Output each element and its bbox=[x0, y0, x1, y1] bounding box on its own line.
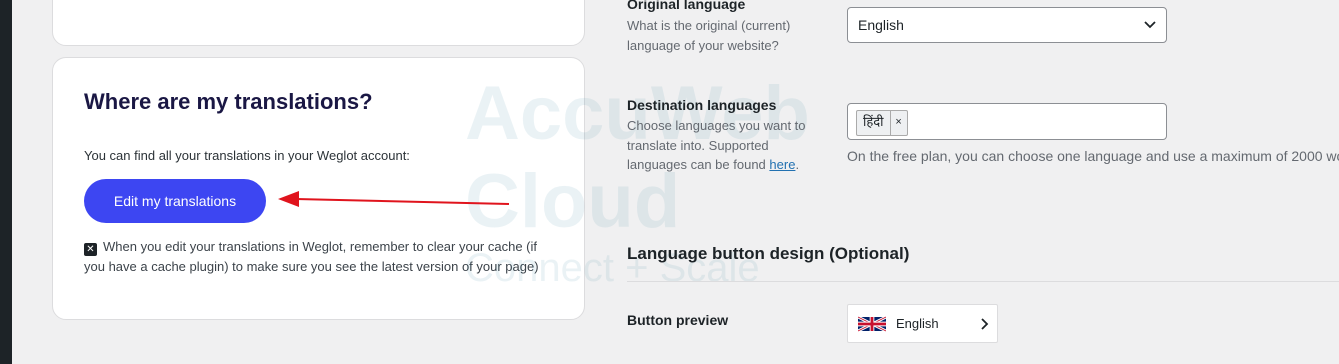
uk-flag-icon bbox=[858, 315, 886, 332]
translations-card: Where are my translations? You can find … bbox=[52, 57, 585, 320]
preview-language-label: English bbox=[896, 316, 939, 331]
button-preview-label: Button preview bbox=[627, 312, 729, 328]
original-language-value: English bbox=[858, 17, 904, 33]
cache-note-text: When you edit your translations in Weglo… bbox=[84, 239, 539, 274]
card-title: Where are my translations? bbox=[84, 89, 373, 114]
destination-languages-description: Choose languages you want to translate i… bbox=[627, 118, 806, 172]
free-plan-notice: On the free plan, you can choose one lan… bbox=[847, 148, 1339, 164]
section-divider bbox=[627, 281, 1339, 282]
language-button-design-title: Language button design (Optional) bbox=[627, 244, 910, 263]
destination-languages-label: Destination languages bbox=[627, 97, 777, 113]
chip-remove-icon[interactable]: × bbox=[889, 111, 907, 135]
settings-card-top bbox=[52, 0, 585, 46]
card-description: You can find all your translations in yo… bbox=[84, 148, 410, 163]
language-button-preview[interactable]: English bbox=[847, 304, 998, 343]
original-language-select[interactable]: English bbox=[847, 7, 1167, 43]
chevron-down-icon bbox=[1144, 21, 1156, 29]
admin-sidebar-edge bbox=[0, 0, 12, 364]
original-language-label: Original language bbox=[627, 0, 746, 12]
edit-translations-button[interactable]: Edit my translations bbox=[84, 179, 266, 223]
original-language-description: What is the original (current) language … bbox=[627, 18, 791, 53]
cache-note: ✕ When you edit your translations in Wegl… bbox=[84, 237, 554, 277]
language-chip: हिंदी × bbox=[856, 110, 908, 136]
close-square-icon: ✕ bbox=[84, 243, 97, 256]
chevron-right-icon bbox=[981, 317, 989, 330]
supported-languages-link[interactable]: here bbox=[769, 157, 795, 172]
language-chip-label: हिंदी bbox=[863, 114, 884, 129]
destination-languages-select[interactable]: हिंदी × bbox=[847, 103, 1167, 140]
